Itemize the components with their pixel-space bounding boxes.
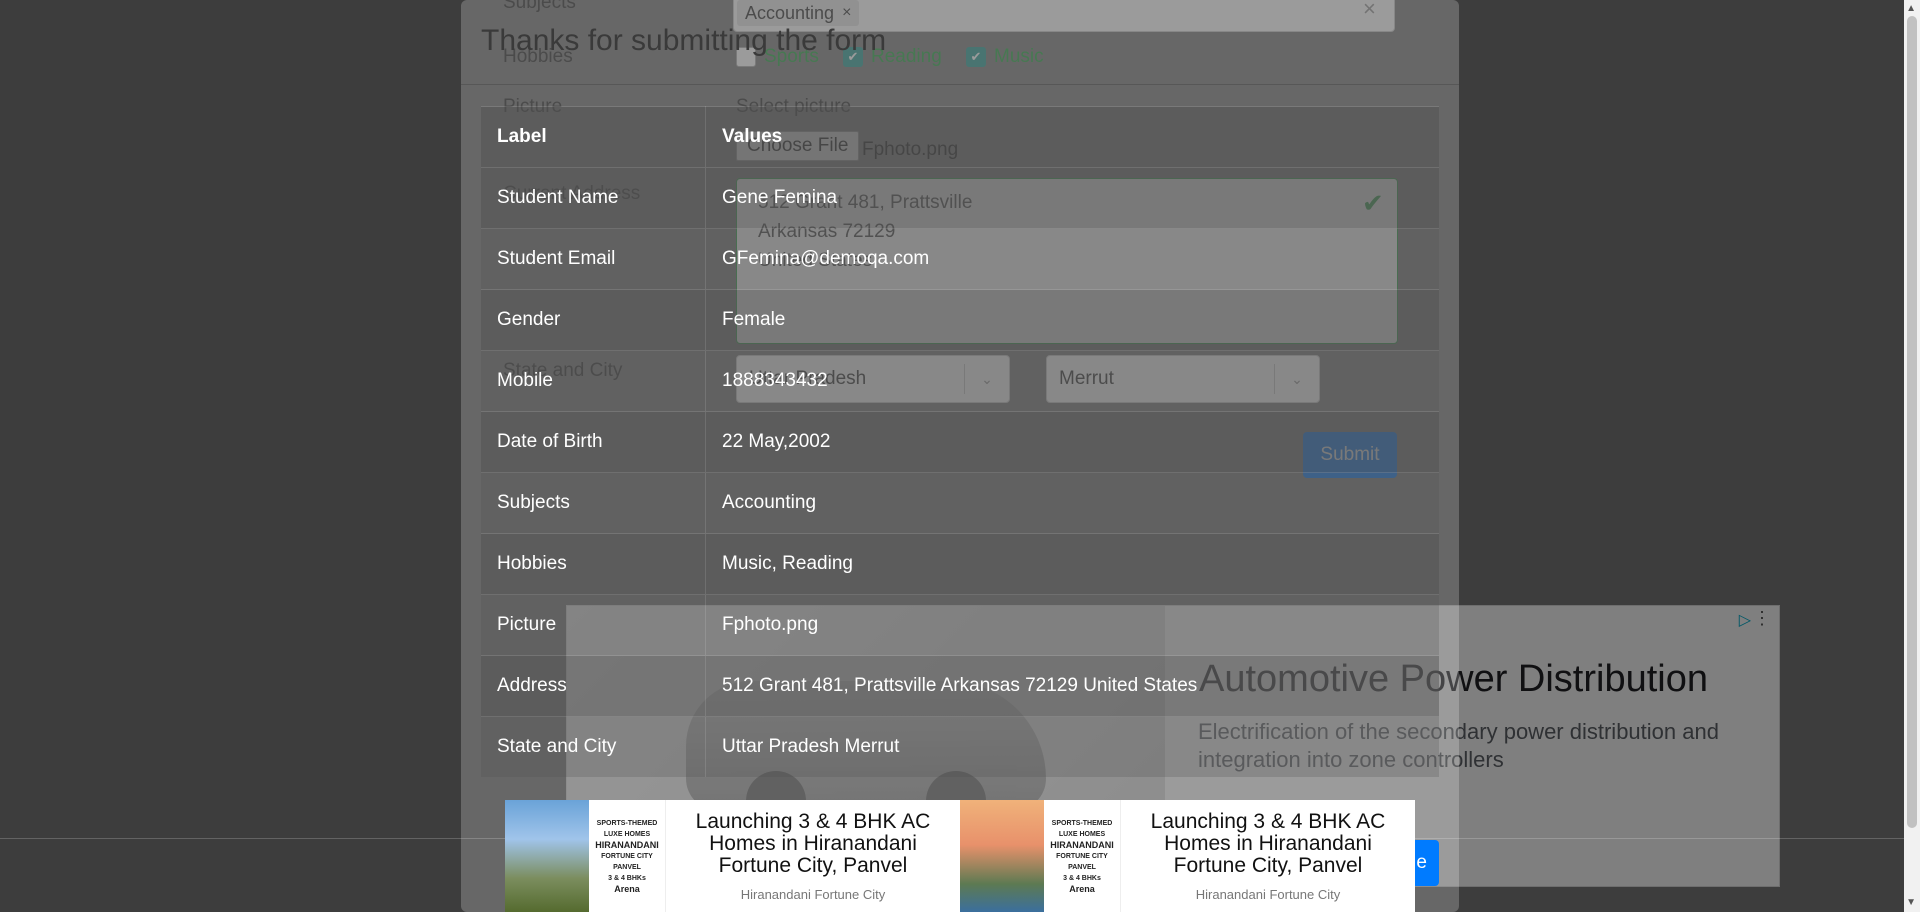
submission-table: Label Values Student Name Gene Femina Stu… (481, 106, 1439, 777)
modal-title: Thanks for submitting the form (481, 24, 887, 57)
row-value: GFemina@demoqa.com (705, 228, 1439, 290)
row-label: Date of Birth (481, 411, 706, 473)
banner-ad-unit[interactable]: SPORTS-THEMED LUXE HOMES HIRANANDANI FOR… (505, 800, 960, 912)
row-label: Gender (481, 289, 706, 351)
table-row: Date of Birth 22 May,2002 (481, 411, 1439, 473)
row-label: Picture (481, 594, 706, 656)
pool-photo (960, 800, 1044, 912)
row-label: Hobbies (481, 533, 706, 595)
row-label: State and City (481, 716, 706, 777)
table-row: Student Name Gene Femina (481, 167, 1439, 229)
brand-logo: SPORTS-THEMED LUXE HOMES HIRANANDANI FOR… (1044, 800, 1121, 912)
scrollbar-thumb[interactable] (1907, 16, 1917, 828)
row-value: 512 Grant 481, Prattsville Arkansas 7212… (705, 655, 1439, 717)
row-label: Subjects (481, 472, 706, 534)
table-row: Picture Fphoto.png (481, 594, 1439, 656)
header-values: Values (705, 106, 1439, 168)
vertical-scrollbar[interactable]: ▲ ▼ (1904, 0, 1920, 912)
banner-headline[interactable]: Launching 3 & 4 BHK AC Homes in Hiranand… (1127, 810, 1409, 877)
banner-ad[interactable]: SPORTS-THEMED LUXE HOMES HIRANANDANI FOR… (505, 800, 1415, 912)
table-row: Subjects Accounting (481, 472, 1439, 534)
table-row: Student Email GFemina@demoqa.com (481, 228, 1439, 290)
table-row: Address 512 Grant 481, Prattsville Arkans… (481, 655, 1439, 717)
banner-advertiser: Hiranandani Fortune City (1195, 886, 1341, 902)
modal-divider (461, 84, 1459, 85)
banner-ad-unit[interactable]: SPORTS-THEMED LUXE HOMES HIRANANDANI FOR… (960, 800, 1415, 912)
brand-logo: SPORTS-THEMED LUXE HOMES HIRANANDANI FOR… (589, 800, 666, 912)
table-row: Hobbies Music, Reading (481, 533, 1439, 595)
table-row: State and City Uttar Pradesh Merrut (481, 716, 1439, 777)
row-label: Student Email (481, 228, 706, 290)
header-label: Label (481, 106, 706, 168)
row-value: Gene Femina (705, 167, 1439, 229)
row-label: Mobile (481, 350, 706, 412)
tower-photo (505, 800, 589, 912)
row-value: 22 May,2002 (705, 411, 1439, 473)
banner-advertiser: Hiranandani Fortune City (740, 886, 886, 902)
row-label: Student Name (481, 167, 706, 229)
row-value: Accounting (705, 472, 1439, 534)
banner-text[interactable]: Launching 3 & 4 BHK AC Homes in Hiranand… (1121, 800, 1415, 912)
row-value: Fphoto.png (705, 594, 1439, 656)
table-row: Gender Female (481, 289, 1439, 351)
banner-headline[interactable]: Launching 3 & 4 BHK AC Homes in Hiranand… (672, 810, 954, 877)
row-label: Address (481, 655, 706, 717)
row-value: Female (705, 289, 1439, 351)
row-value: Uttar Pradesh Merrut (705, 716, 1439, 777)
row-value: 1888343432 (705, 350, 1439, 412)
row-value: Music, Reading (705, 533, 1439, 595)
scroll-down-icon[interactable]: ▼ (1906, 897, 1916, 908)
table-header-row: Label Values (481, 106, 1439, 168)
table-row: Mobile 1888343432 (481, 350, 1439, 412)
banner-text[interactable]: Launching 3 & 4 BHK AC Homes in Hiranand… (666, 800, 960, 912)
scroll-up-icon[interactable]: ▲ (1906, 3, 1916, 14)
